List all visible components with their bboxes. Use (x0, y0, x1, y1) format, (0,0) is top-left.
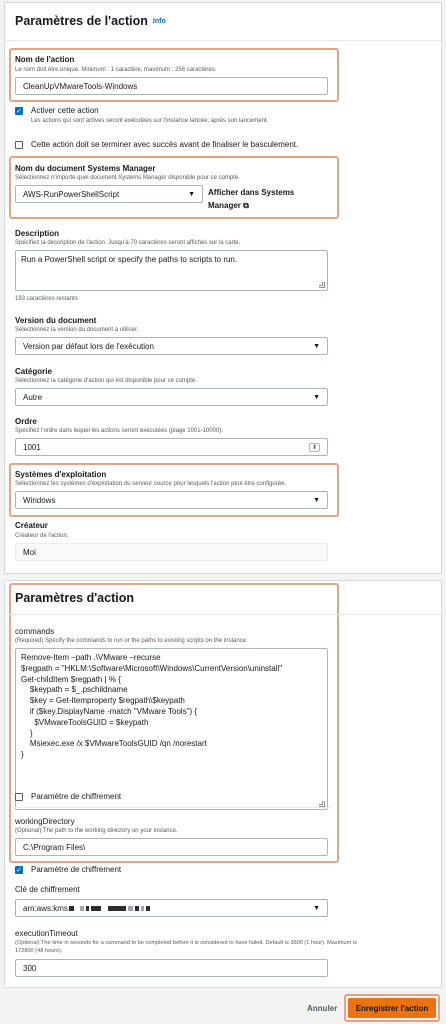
code-line: } (21, 750, 24, 760)
action-settings-panel: Paramètres de l'action Info Nom de l'acti… (4, 2, 442, 574)
order-input[interactable]: 1001 ⬍ (15, 438, 328, 456)
chevron-down-icon: ▼ (188, 190, 195, 198)
code-line: $regpath = "HKLM:\Software\Microsoft\Win… (21, 663, 283, 673)
category-label: Catégorie (15, 367, 52, 376)
must-succeed-checkbox[interactable] (15, 141, 23, 149)
view-in-ssm-link[interactable]: Afficher dans Systems Manager ⧉ (208, 188, 294, 211)
save-action-button[interactable]: Enregistrer l'action (348, 998, 436, 1018)
commands-label: commands (15, 627, 55, 636)
timeout-desc-2: 172800 (48 hours). (15, 948, 63, 954)
info-link[interactable]: Info (153, 18, 166, 25)
category-desc: Sélectionnez la catégorie d'action qui e… (15, 378, 197, 384)
activate-checkbox[interactable]: ✓ (15, 107, 23, 115)
external-link-icon: ⧉ (243, 201, 249, 210)
key-select[interactable]: arn:aws:kms ▼ (15, 899, 328, 917)
workdir-input[interactable]: C:\Program Files\ (15, 838, 328, 856)
ssm-doc-label: Nom du document Systems Manager (15, 164, 156, 173)
activate-desc: Les actions qui sont actives seront exéc… (31, 118, 269, 124)
encrypt-label-1: Paramètre de chiffrement (31, 792, 122, 801)
code-line: Get-childItem $regpath | % { (21, 674, 121, 684)
code-line: $VMwareToolsGUID = $keypath (21, 717, 149, 727)
code-line: $keypath = $_.pschildname (21, 685, 128, 695)
doc-version-label: Version du document (15, 316, 97, 325)
ssm-doc-desc: Sélectionnez n'importe quel document Sys… (15, 175, 240, 181)
encrypt-checkbox-2[interactable]: ✓ (15, 866, 23, 874)
creator-input: Moi (15, 543, 328, 561)
commands-desc: (Required) Specify the commands to run o… (15, 638, 248, 644)
must-succeed-label: Cette action doit se terminer avec succè… (31, 140, 299, 149)
encrypt-checkbox-1[interactable] (15, 793, 23, 801)
panel-title: Paramètres d'action (15, 591, 134, 605)
action-name-input[interactable]: CleanUpVMwareTools-Windows (15, 77, 328, 95)
action-name-desc: Le nom doit être unique. Minimum : 1 car… (15, 67, 217, 73)
key-label: Clé de chiffrement (15, 885, 80, 894)
doc-version-select[interactable]: Version par défaut lors de l'exécution ▼ (15, 337, 328, 355)
description-textarea[interactable]: Run a PowerShell script or specify the p… (15, 250, 328, 291)
creator-desc: Créateur de l'action. (15, 533, 69, 539)
code-line: Msiexec.exe /x $VMwareToolsGUID /qn /nor… (21, 739, 207, 749)
action-parameters-panel: Paramètres d'action commands (Required) … (4, 580, 442, 988)
code-line: $key = Get-Itemproperty $regpath\$keypat… (21, 696, 185, 706)
resize-grip-icon[interactable] (319, 282, 325, 288)
os-desc: Sélectionnez les systèmes d'exploitation… (15, 481, 287, 487)
workdir-desc: (Optional) The path to the working direc… (15, 828, 178, 834)
description-counter: 193 caractères restants (15, 296, 78, 302)
chevron-down-icon: ▼ (313, 393, 320, 401)
cancel-button[interactable]: Annuler (307, 1004, 337, 1013)
chevron-down-icon: ▼ (313, 904, 320, 912)
category-select[interactable]: Autre ▼ (15, 388, 328, 406)
creator-label: Créateur (15, 521, 48, 530)
activate-label: Activer cette action (31, 106, 99, 115)
doc-version-desc: Sélectionnez la version du document à ut… (15, 327, 139, 333)
os-label: Systèmes d'exploitation (15, 470, 107, 479)
code-line: if ($key.DisplayName -match "VMware Tool… (21, 706, 198, 716)
code-line: Remove-Item –path .\VMware –recurse (21, 653, 161, 662)
commands-textarea[interactable]: Remove-Item –path .\VMware –recurse $reg… (15, 648, 328, 810)
timeout-input[interactable]: 300 (15, 959, 328, 977)
order-desc: Spécifiez l'ordre dans lequel les action… (15, 428, 223, 434)
encrypt-label-2: Paramètre de chiffrement (31, 865, 122, 874)
panel-title: Paramètres de l'action Info (15, 14, 166, 28)
timeout-desc-1: (Optional) The time in seconds for a com… (15, 940, 357, 946)
os-select[interactable]: Windows ▼ (15, 491, 328, 509)
description-label: Description (15, 229, 60, 238)
timeout-label: executionTimeout (15, 929, 78, 938)
code-line: } (21, 728, 33, 738)
order-label: Ordre (15, 417, 37, 426)
stepper-icon[interactable]: ⬍ (308, 442, 320, 452)
ssm-doc-select[interactable]: AWS-RunPowerShellScript ▼ (15, 185, 203, 203)
chevron-down-icon: ▼ (313, 496, 320, 504)
action-name-label: Nom de l'action (15, 55, 75, 64)
description-desc: Spécifiez la description de l'action. Ju… (15, 240, 241, 246)
chevron-down-icon: ▼ (313, 342, 320, 350)
workdir-label: workingDirectory (15, 817, 75, 826)
